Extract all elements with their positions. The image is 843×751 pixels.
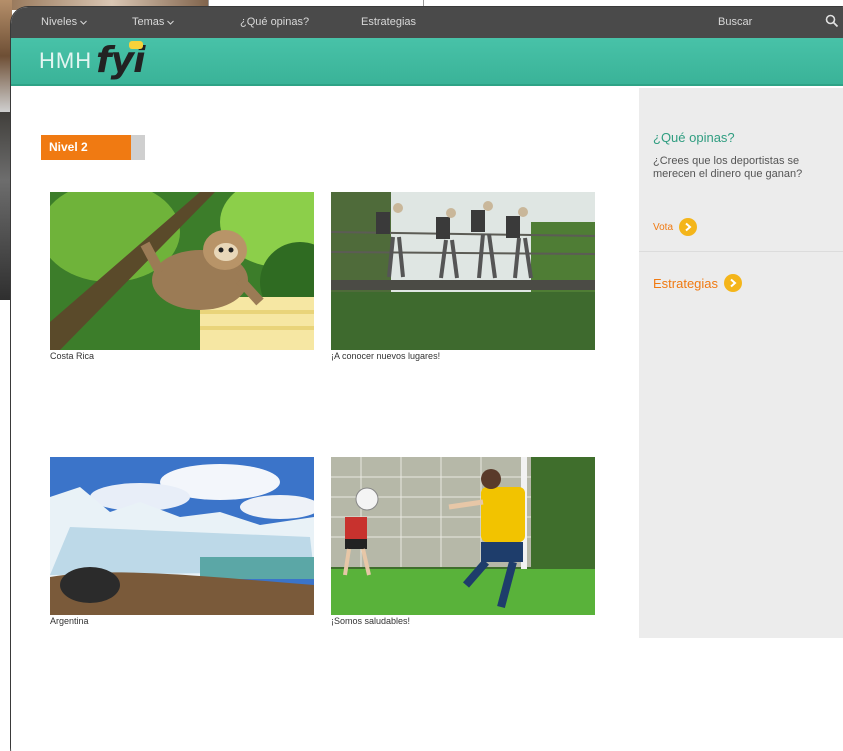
level-badge-label: Nivel 2	[41, 135, 132, 160]
chevron-down-icon	[80, 19, 87, 26]
article-card-somos-saludables[interactable]: ¡Somos saludables!	[331, 457, 595, 626]
sidebar: ¿Qué opinas? ¿Crees que los deportistas …	[639, 88, 843, 638]
logo-speech-bubble-icon	[129, 41, 143, 49]
card-caption[interactable]: ¡A conocer nuevos lugares!	[331, 351, 595, 361]
sidebar-divider	[639, 251, 843, 252]
card-caption[interactable]: Costa Rica	[50, 351, 314, 361]
strategies-label: Estrategias	[653, 275, 719, 291]
arrow-right-circle-icon	[679, 218, 698, 236]
nav-item-label: Niveles	[41, 16, 78, 28]
vote-label: Vota	[653, 221, 674, 233]
nav-item-label: Temas	[132, 16, 165, 28]
nav-item-estrategias[interactable]: Estrategias	[361, 16, 416, 28]
article-card-nuevos-lugares[interactable]: ¡A conocer nuevos lugares!	[331, 192, 595, 361]
chevron-down-icon	[167, 19, 175, 26]
card-photo-soccer[interactable]	[331, 457, 595, 615]
strategies-link[interactable]: Estrategias	[653, 274, 743, 292]
nav-item-temas[interactable]: Temas	[132, 16, 175, 28]
card-photo-hikers[interactable]	[331, 192, 595, 350]
top-navigation: Niveles Temas ¿Qué opinas? Estrategias B…	[11, 7, 843, 38]
search-label: Buscar	[718, 16, 753, 28]
nav-item-niveles[interactable]: Niveles	[41, 16, 87, 28]
brand-bar: HMH fyi	[11, 38, 843, 86]
opinion-question: ¿Crees que los deportistas se merecen el…	[653, 155, 803, 180]
nav-item-que-opinas[interactable]: ¿Qué opinas?	[240, 16, 309, 28]
arrow-right-circle-icon	[724, 274, 743, 292]
level-badge: Nivel 2	[41, 135, 145, 160]
vote-link[interactable]: Vota	[653, 218, 698, 236]
search-link[interactable]: Buscar	[718, 16, 752, 28]
logo-hmh-text: HMH	[39, 48, 93, 73]
article-card-argentina[interactable]: Argentina	[50, 457, 314, 626]
search-icon[interactable]	[825, 14, 839, 28]
card-caption[interactable]: ¡Somos saludables!	[331, 616, 595, 626]
main-content: Nivel 2 Costa Rica ¡A conocer nuevos lug…	[11, 88, 639, 751]
nav-item-label: ¿Qué opinas?	[240, 16, 310, 28]
card-caption[interactable]: Argentina	[50, 616, 314, 626]
tablet-window: Niveles Temas ¿Qué opinas? Estrategias B…	[10, 6, 843, 751]
card-photo-sloth[interactable]	[50, 192, 314, 350]
card-photo-glacier[interactable]	[50, 457, 314, 615]
article-card-costa-rica[interactable]: Costa Rica	[50, 192, 314, 361]
nav-item-label: Estrategias	[361, 16, 417, 28]
opinion-title[interactable]: ¿Qué opinas?	[653, 130, 735, 145]
